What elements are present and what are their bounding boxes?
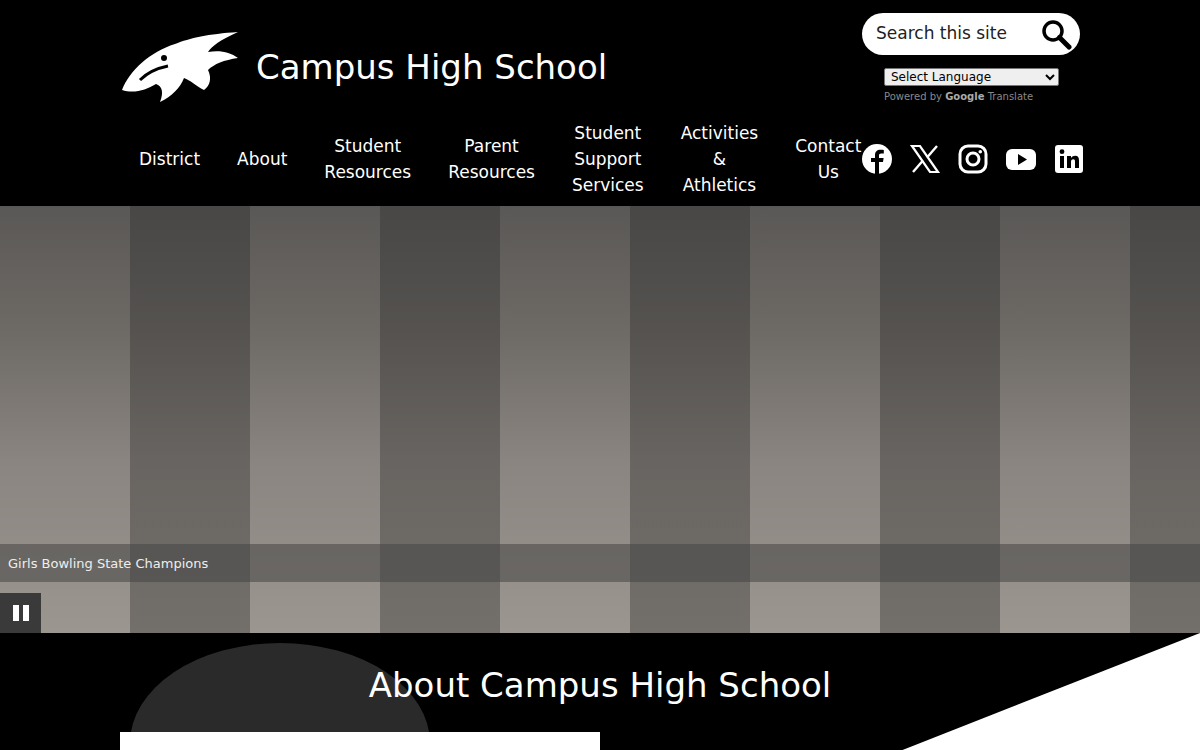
content-card xyxy=(120,732,600,750)
language-select[interactable]: Select Language xyxy=(884,68,1059,86)
facebook-icon[interactable] xyxy=(861,143,893,175)
x-icon[interactable] xyxy=(909,143,941,175)
pause-bar xyxy=(13,605,19,621)
social-links xyxy=(861,143,1085,175)
hero-slideshow: Girls Bowling State Champions xyxy=(0,206,1200,633)
google-brand[interactable]: Google xyxy=(945,91,984,102)
search-box[interactable] xyxy=(862,13,1080,55)
nav-item[interactable]: Contact Us xyxy=(795,133,861,185)
magnifier-icon[interactable] xyxy=(1040,18,1072,50)
site-header: Campus High School Select Language Power… xyxy=(0,0,1200,206)
school-name[interactable]: Campus High School xyxy=(256,47,607,88)
nav-item[interactable]: Student Support Services xyxy=(572,120,644,198)
nav-item[interactable]: About xyxy=(237,146,287,172)
main-nav: District About Student Resources Parent Res… xyxy=(139,120,861,198)
translate-link[interactable]: Translate xyxy=(988,91,1033,102)
white-wedge xyxy=(900,633,1200,750)
search-input[interactable] xyxy=(876,21,1040,47)
nav-item[interactable]: District xyxy=(139,146,200,172)
powered-by: Powered by Google Translate xyxy=(884,89,1080,104)
pause-bar xyxy=(23,605,29,621)
about-section: About Campus High School xyxy=(0,633,1200,750)
logo[interactable]: Campus High School xyxy=(120,0,607,112)
linkedin-icon[interactable] xyxy=(1053,143,1085,175)
nav-item[interactable]: Activities & Athletics xyxy=(681,120,759,198)
nav-item[interactable]: Parent Resources xyxy=(448,133,535,185)
youtube-icon[interactable] xyxy=(1005,143,1037,175)
instagram-icon[interactable] xyxy=(957,143,989,175)
pause-button[interactable] xyxy=(0,593,41,633)
about-heading: About Campus High School xyxy=(0,633,1200,706)
nav-item[interactable]: Student Resources xyxy=(324,133,411,185)
slide-caption: Girls Bowling State Champions xyxy=(0,544,1200,582)
powered-by-text: Powered by xyxy=(884,91,942,102)
horse-logo-icon xyxy=(120,30,240,104)
